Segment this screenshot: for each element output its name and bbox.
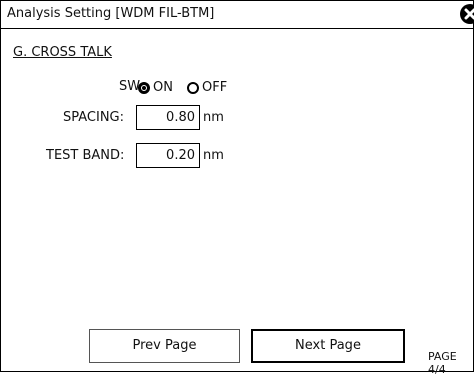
close-icon[interactable] [460, 4, 474, 24]
spacing-unit: nm [203, 110, 224, 125]
test-band-field[interactable]: 0.20 [136, 143, 200, 168]
test-band-unit: nm [203, 148, 224, 163]
next-page-button[interactable]: Next Page [251, 329, 405, 363]
radio-off-label: OFF [202, 80, 228, 95]
spacing-label: SPACING: [63, 110, 125, 125]
window-title: Analysis Setting [WDM FIL-BTM] [7, 6, 215, 21]
spacing-field[interactable]: 0.80 [136, 105, 200, 130]
test-band-label: TEST BAND: [46, 148, 125, 163]
settings-window: Analysis Setting [WDM FIL-BTM] G. CROSS … [0, 0, 474, 376]
title-bar: Analysis Setting [WDM FIL-BTM] [1, 1, 474, 29]
radio-off[interactable]: OFF [187, 80, 227, 95]
radio-on-indicator [138, 81, 150, 94]
page-indicator: PAGE 4/4 [428, 350, 457, 376]
radio-on[interactable]: ON [138, 80, 173, 95]
radio-on-label: ON [153, 80, 173, 95]
section-title: G. CROSS TALK [13, 45, 112, 60]
prev-page-button[interactable]: Prev Page [89, 329, 240, 363]
radio-off-indicator [187, 81, 199, 94]
